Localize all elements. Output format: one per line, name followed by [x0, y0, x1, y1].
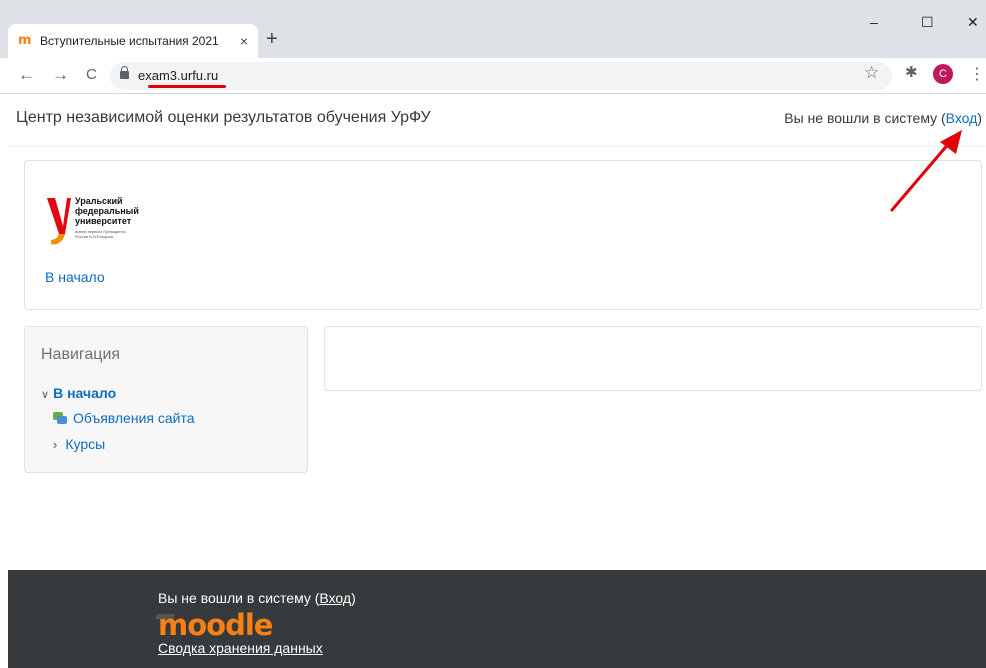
browser-menu-icon[interactable]: ⋮ [969, 64, 985, 84]
footer-login-status: Вы не вошли в систему (Вход) [158, 590, 356, 606]
footer-login-prefix: Вы не вошли в систему ( [158, 590, 320, 606]
url-text[interactable]: exam3.urfu.ru [138, 68, 218, 83]
page-header: Центр независимой оценки результатов обу… [0, 95, 986, 145]
footer-login-suffix: ) [351, 590, 356, 606]
new-tab-button[interactable]: + [266, 29, 278, 49]
login-prefix: Вы не вошли в систему ( [784, 110, 946, 126]
logo-text: Уральский федеральный университет [75, 196, 139, 226]
logo-line-3: университет [75, 216, 132, 226]
site-title[interactable]: Центр независимой оценки результатов обу… [16, 109, 431, 127]
annotation-arrow-icon [890, 130, 962, 212]
breadcrumb-home-link[interactable]: В начало [45, 269, 105, 285]
moodle-favicon-icon: m [18, 33, 32, 48]
profile-avatar[interactable]: C [933, 64, 953, 84]
main-content-block [324, 326, 982, 391]
nav-item-courses[interactable]: › Курсы [53, 436, 105, 452]
page-heading-block: Уральский федеральный университет имени … [24, 160, 982, 310]
urfu-logo-icon [47, 198, 71, 245]
navigation-title: Навигация [41, 346, 121, 363]
reload-icon[interactable]: C [86, 65, 97, 85]
urfu-logo: Уральский федеральный университет имени … [45, 196, 175, 248]
data-retention-link[interactable]: Сводка хранения данных [158, 640, 323, 656]
close-window-icon[interactable]: ✕ [967, 14, 979, 31]
footer-login-link[interactable]: Вход [319, 590, 351, 606]
browser-tab[interactable]: m Вступительные испытания 2021 × [8, 24, 258, 58]
moodle-logo[interactable]: moodle [158, 608, 273, 642]
maximize-icon[interactable]: ☐ [921, 14, 934, 31]
minimize-icon[interactable]: – [870, 14, 878, 30]
tab-title: Вступительные испытания 2021 [40, 34, 219, 48]
page-footer: Вы не вошли в систему (Вход) moodle Свод… [8, 570, 986, 668]
login-status: Вы не вошли в систему (Вход) [784, 110, 982, 126]
left-edge [0, 95, 8, 668]
logo-subtitle: имени первого Президента России Б.Н.Ельц… [75, 229, 125, 239]
nav-home-label: В начало [53, 385, 117, 401]
close-tab-icon[interactable]: × [240, 33, 248, 49]
forward-icon[interactable]: → [52, 65, 69, 85]
browser-toolbar: ← → C exam3.urfu.ru [0, 58, 986, 94]
browser-tab-bar: m Вступительные испытания 2021 × + – ☐ ✕ [0, 0, 986, 58]
logo-small-2: России Б.Н.Ельцина [75, 234, 114, 239]
chevron-right-icon: › [53, 436, 58, 452]
forum-icon [53, 412, 67, 424]
bookmark-star-icon[interactable]: ☆ [864, 63, 879, 83]
back-icon[interactable]: ← [18, 65, 35, 85]
login-suffix: ) [977, 110, 982, 126]
extensions-icon[interactable]: ✱ [905, 63, 918, 81]
annotation-underline [148, 85, 226, 88]
lock-icon [120, 66, 129, 79]
nav-item-home[interactable]: ∨ В начало [41, 385, 116, 401]
login-link[interactable]: Вход [946, 110, 978, 126]
nav-item-label: Курсы [65, 436, 106, 452]
chevron-down-icon: ∨ [41, 389, 50, 401]
logo-line-1: Уральский [75, 196, 123, 206]
nav-item-site-news[interactable]: Объявления сайта [53, 410, 195, 426]
address-bar[interactable]: exam3.urfu.ru [110, 62, 892, 90]
navigation-block: Навигация ∨ В начало Объявления сайта › К… [24, 326, 308, 473]
nav-item-label: Объявления сайта [73, 410, 195, 426]
logo-line-2: федеральный [75, 206, 139, 216]
